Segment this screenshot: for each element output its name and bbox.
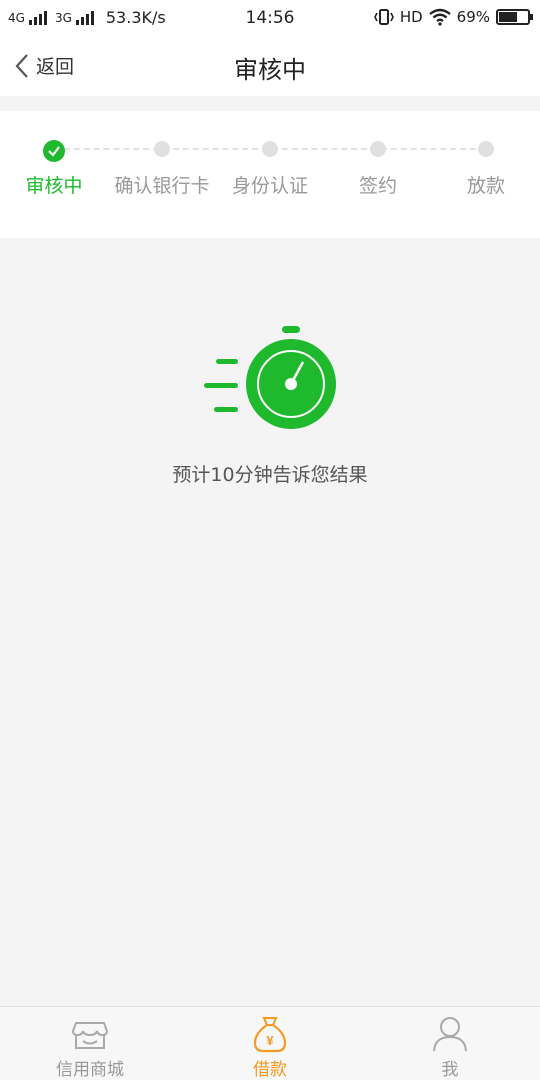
step-label: 放款: [466, 175, 505, 197]
tab-credit-mall[interactable]: 信用商城: [0, 1007, 180, 1080]
progress-steps: 审核中 确认银行卡 身份认证 签约 放款: [0, 111, 540, 238]
wifi-icon: [428, 8, 451, 26]
battery-level: [499, 12, 517, 22]
review-hint: 预计10分钟告诉您结果: [172, 464, 368, 486]
tab-label: 借款: [253, 1060, 287, 1080]
status-right: HD 69%: [373, 8, 533, 26]
battery-text: 69%: [456, 8, 490, 26]
money-bag-icon: ¥: [253, 1017, 287, 1053]
tab-label: 我: [441, 1060, 459, 1080]
battery-icon: [496, 9, 533, 25]
step-dot: [370, 141, 386, 157]
store-icon: [71, 1022, 109, 1049]
tab-bar: 信用商城 ¥ 借款 我: [0, 1006, 540, 1080]
svg-text:¥: ¥: [266, 1033, 274, 1048]
check-icon: [43, 140, 65, 162]
hd-indicator: HD: [399, 8, 423, 26]
nav-bar: 返回 审核中: [0, 36, 540, 96]
tab-loan[interactable]: ¥ 借款: [180, 1007, 360, 1080]
step-dot: [478, 141, 494, 157]
tab-me[interactable]: 我: [360, 1007, 540, 1080]
step-dot: [262, 141, 278, 157]
stopwatch-icon: [204, 326, 336, 429]
tab-label: 信用商城: [56, 1060, 124, 1080]
user-icon: [433, 1017, 467, 1052]
page-title: 审核中: [234, 56, 306, 84]
step-dot: [154, 141, 170, 157]
status-bar: 4G 3G 53.3K/s 14:56 HD 69%: [0, 0, 540, 36]
step-disbursement: 放款: [432, 111, 540, 238]
vibrate-icon: [373, 9, 394, 25]
